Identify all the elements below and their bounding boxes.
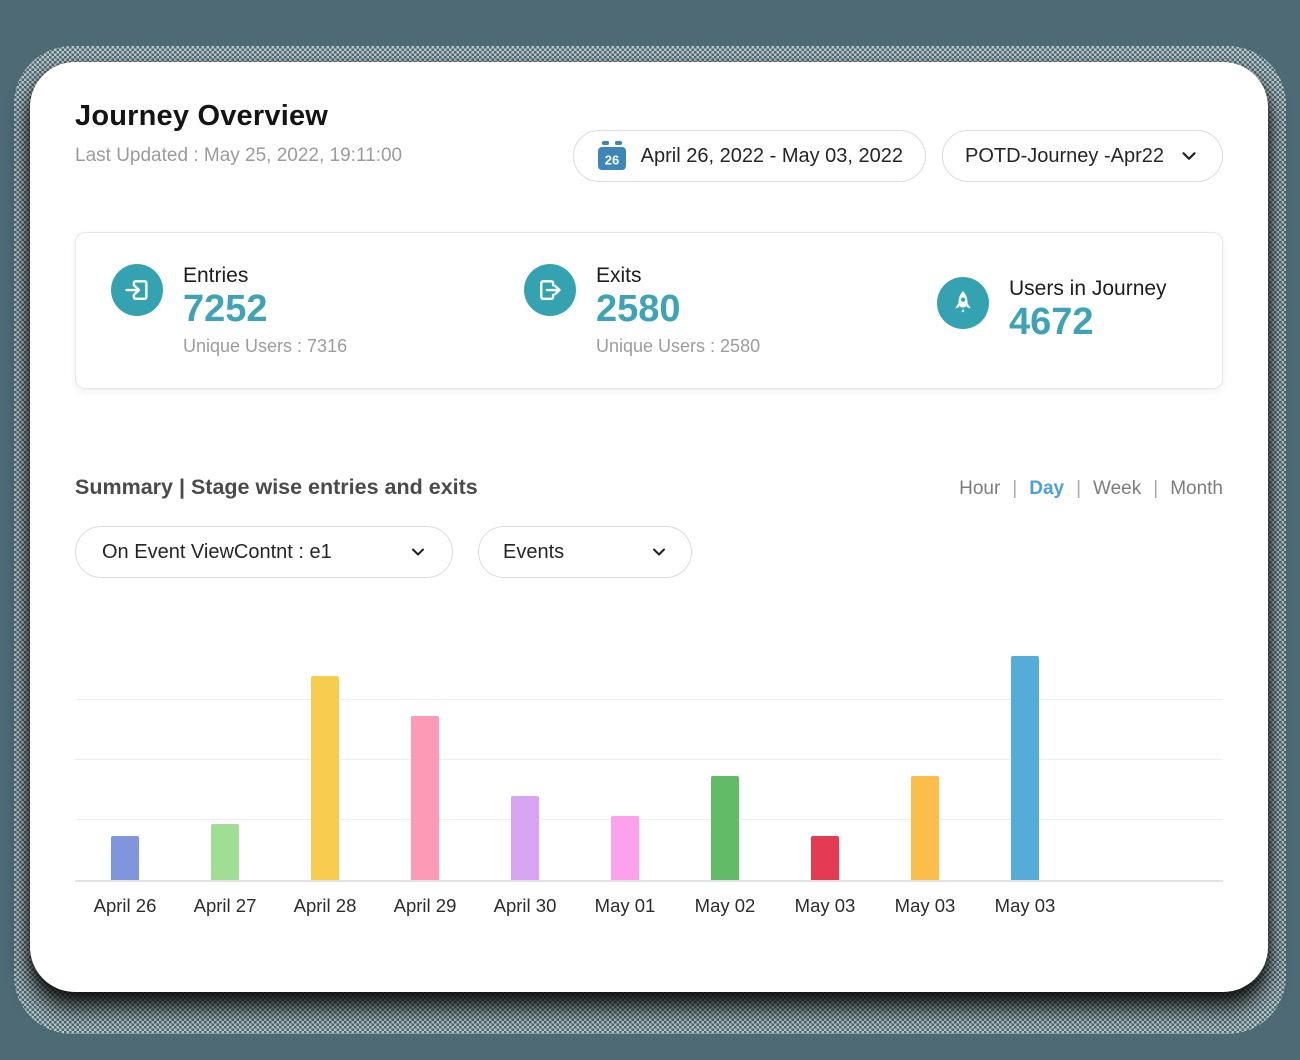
stat-users-in-journey: Users in Journey 4672	[937, 277, 1187, 345]
x-axis-label: April 26	[75, 895, 175, 917]
x-axis-label: May 03	[875, 895, 975, 917]
bar-april-30-4[interactable]	[511, 796, 539, 880]
stat-exits-label: Exits	[596, 264, 760, 288]
tab-day[interactable]: Day	[1029, 478, 1064, 500]
bar-april-26-0[interactable]	[111, 836, 139, 880]
summary-header: Summary | Stage wise entries and exits H…	[75, 475, 1223, 500]
bar-may-01-5[interactable]	[611, 816, 639, 880]
bar-may-03-8[interactable]	[911, 776, 939, 880]
stat-exits: Exits 2580 Unique Users : 2580	[524, 264, 937, 358]
stats-card: Entries 7252 Unique Users : 7316 Exits 2…	[75, 232, 1223, 389]
bar-april-27-1[interactable]	[211, 824, 239, 880]
bar-column	[75, 836, 175, 880]
rocket-icon	[937, 277, 989, 329]
summary-title: Summary | Stage wise entries and exits	[75, 475, 478, 500]
stat-entries: Entries 7252 Unique Users : 7316	[111, 264, 524, 358]
bar-chart: April 26April 27April 28April 29April 30…	[75, 630, 1223, 917]
bar-column	[375, 716, 475, 880]
journey-select[interactable]: POTD-Journey -Apr22	[942, 130, 1223, 182]
bar-column	[975, 656, 1075, 880]
header-controls: 26 April 26, 2022 - May 03, 2022 POTD-Jo…	[573, 130, 1223, 182]
x-axis-label: April 27	[175, 895, 275, 917]
bar-column	[175, 824, 275, 880]
bar-column	[475, 796, 575, 880]
stat-users-text: Users in Journey 4672	[1009, 277, 1167, 345]
stat-users-value: 4672	[1009, 301, 1167, 345]
header: Journey Overview Last Updated : May 25, …	[75, 100, 1223, 182]
x-axis-label: April 30	[475, 895, 575, 917]
stat-entries-label: Entries	[183, 264, 347, 288]
login-icon	[111, 264, 163, 316]
date-range-text: April 26, 2022 - May 03, 2022	[641, 145, 903, 168]
type-filter-select[interactable]: Events	[478, 526, 692, 578]
x-axis-label: April 28	[275, 895, 375, 917]
chart-plot-area	[75, 630, 1223, 882]
bar-column	[275, 676, 375, 880]
tab-separator: |	[1076, 478, 1081, 500]
bar-may-02-6[interactable]	[711, 776, 739, 880]
stat-entries-value: 7252	[183, 288, 347, 332]
last-updated-text: Last Updated : May 25, 2022, 19:11:00	[75, 145, 402, 167]
stat-exits-value: 2580	[596, 288, 760, 332]
chart-filters: On Event ViewContnt : e1 Events	[75, 526, 1223, 578]
type-filter-value: Events	[503, 541, 564, 564]
bar-column	[775, 836, 875, 880]
journey-overview-card: Journey Overview Last Updated : May 25, …	[30, 62, 1268, 992]
x-axis-labels: April 26April 27April 28April 29April 30…	[75, 895, 1223, 917]
stat-users-label: Users in Journey	[1009, 277, 1167, 301]
stat-exits-text: Exits 2580 Unique Users : 2580	[596, 264, 760, 358]
page-title: Journey Overview	[75, 100, 402, 133]
chevron-down-icon	[408, 542, 428, 562]
x-axis-label: April 29	[375, 895, 475, 917]
chevron-down-icon	[1178, 145, 1200, 167]
tab-month[interactable]: Month	[1170, 478, 1223, 500]
x-axis-label: May 03	[975, 895, 1075, 917]
stat-entries-text: Entries 7252 Unique Users : 7316	[183, 264, 347, 358]
tab-separator: |	[1012, 478, 1017, 500]
bar-column	[875, 776, 975, 880]
granularity-tabs: Hour | Day | Week | Month	[959, 478, 1223, 500]
bar-column	[675, 776, 775, 880]
stat-exits-unique-users: Unique Users : 2580	[596, 336, 760, 357]
event-filter-value: On Event ViewContnt : e1	[102, 541, 332, 564]
x-axis-label: May 01	[575, 895, 675, 917]
bars-row	[75, 630, 1075, 880]
bar-may-03-7[interactable]	[811, 836, 839, 880]
bar-april-28-2[interactable]	[311, 676, 339, 880]
journey-select-value: POTD-Journey -Apr22	[965, 145, 1164, 168]
stat-entries-unique-users: Unique Users : 7316	[183, 336, 347, 357]
svg-text:26: 26	[604, 153, 618, 168]
tab-week[interactable]: Week	[1093, 478, 1141, 500]
bar-may-03-9[interactable]	[1011, 656, 1039, 880]
date-range-picker[interactable]: 26 April 26, 2022 - May 03, 2022	[573, 130, 926, 182]
logout-icon	[524, 264, 576, 316]
bar-column	[575, 816, 675, 880]
bar-april-29-3[interactable]	[411, 716, 439, 880]
tab-separator: |	[1153, 478, 1158, 500]
title-block: Journey Overview Last Updated : May 25, …	[75, 100, 402, 167]
tab-hour[interactable]: Hour	[959, 478, 1000, 500]
calendar-icon: 26	[596, 140, 628, 172]
chevron-down-icon	[649, 542, 669, 562]
event-filter-select[interactable]: On Event ViewContnt : e1	[75, 526, 453, 578]
x-axis-label: May 02	[675, 895, 775, 917]
x-axis-label: May 03	[775, 895, 875, 917]
